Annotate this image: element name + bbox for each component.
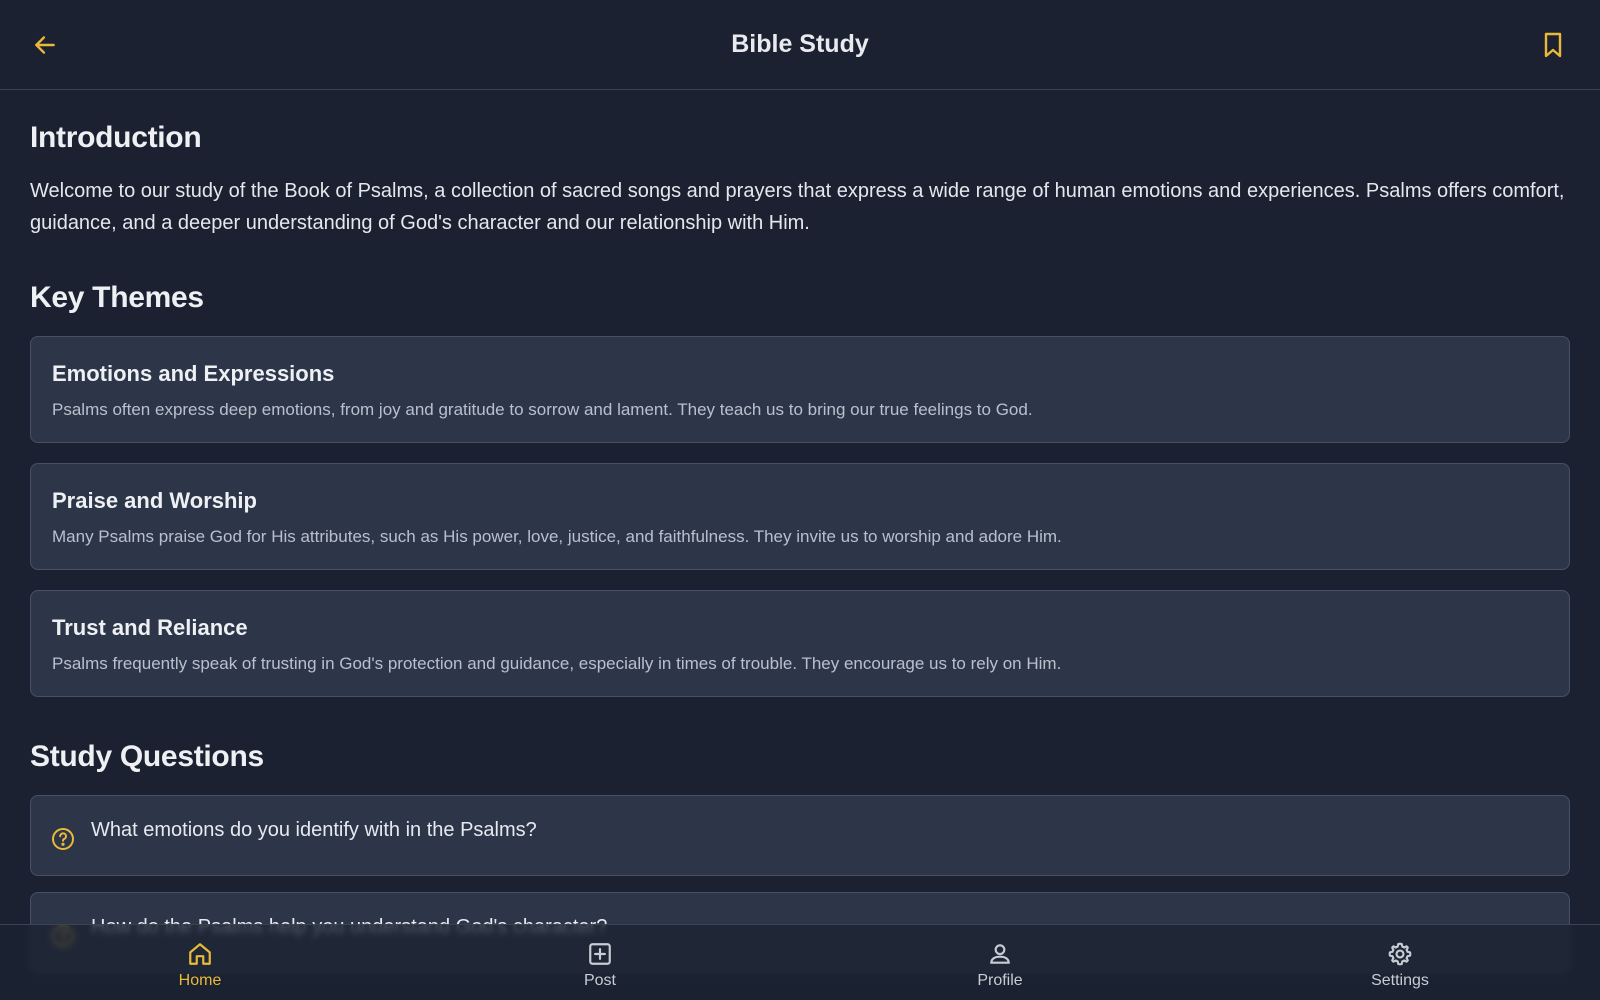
- theme-description: Psalms frequently speak of trusting in G…: [52, 654, 1062, 673]
- key-themes-list: Emotions and Expressions Psalms often ex…: [30, 336, 1570, 697]
- theme-title: Praise and Worship: [52, 488, 257, 513]
- theme-card[interactable]: Emotions and Expressions Psalms often ex…: [30, 336, 1570, 443]
- theme-card[interactable]: Trust and Reliance Psalms frequently spe…: [30, 590, 1570, 697]
- theme-description: Psalms often express deep emotions, from…: [52, 400, 1033, 419]
- page-title: Bible Study: [731, 30, 869, 58]
- nav-item-profile[interactable]: Profile: [800, 925, 1200, 1000]
- nav-item-settings[interactable]: Settings: [1200, 925, 1600, 1000]
- plus-square-icon: [589, 943, 611, 965]
- question-text: What emotions do you identify with in th…: [91, 819, 537, 841]
- nav-label-settings: Settings: [1371, 972, 1429, 989]
- back-button[interactable]: [30, 30, 60, 60]
- theme-card[interactable]: Praise and Worship Many Psalms praise Go…: [30, 463, 1570, 570]
- introduction-heading: Introduction: [30, 121, 202, 154]
- study-questions-heading: Study Questions: [30, 740, 264, 773]
- bookmark-button[interactable]: [1538, 30, 1568, 60]
- bottom-navigation: Home Post Profile Settings: [0, 924, 1600, 1000]
- nav-item-post[interactable]: Post: [400, 925, 800, 1000]
- help-circle-icon: [52, 828, 74, 850]
- home-icon: [189, 943, 211, 965]
- main-content: Introduction Welcome to our study of the…: [30, 91, 1570, 973]
- question-card[interactable]: What emotions do you identify with in th…: [30, 795, 1570, 876]
- gear-icon: [1388, 942, 1412, 966]
- key-themes-heading: Key Themes: [30, 281, 204, 314]
- app-root: Bible Study Introduction Welcome to our …: [0, 0, 1600, 1000]
- nav-label-profile: Profile: [977, 972, 1023, 989]
- top-app-bar: Bible Study: [0, 0, 1600, 90]
- nav-item-home[interactable]: Home: [0, 925, 400, 1000]
- nav-label-post: Post: [583, 972, 616, 989]
- theme-title: Trust and Reliance: [52, 615, 248, 640]
- nav-label-home: Home: [178, 972, 222, 989]
- introduction-text: Welcome to our study of the Book of Psal…: [30, 180, 1565, 234]
- person-icon: [990, 944, 1010, 964]
- bookmark-icon: [1544, 32, 1562, 58]
- theme-title: Emotions and Expressions: [52, 361, 335, 386]
- theme-description: Many Psalms praise God for His attribute…: [52, 527, 1062, 546]
- arrow-left-icon: [35, 36, 55, 54]
